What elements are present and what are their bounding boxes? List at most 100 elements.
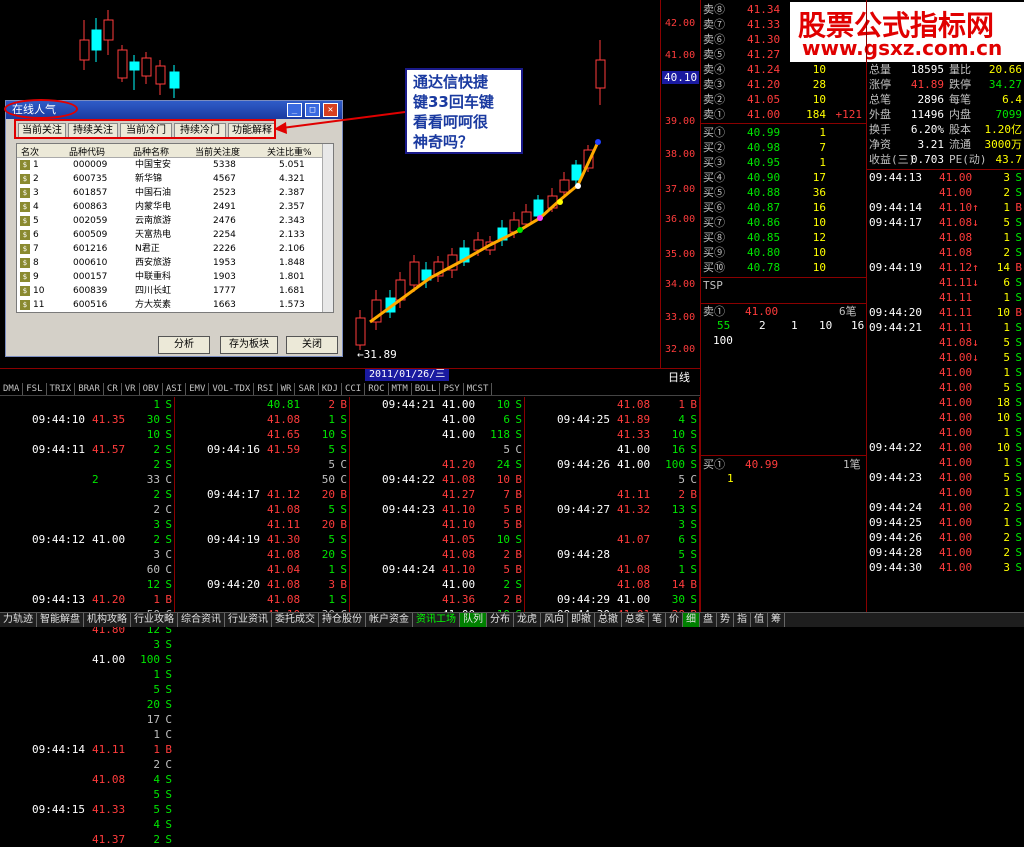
trade-side: B <box>515 503 522 516</box>
bottom-tab[interactable]: 筹 <box>768 613 785 627</box>
table-row[interactable]: $5 002059 云南旅游 2476 2.343 <box>17 214 333 228</box>
trade-volume: 5 <box>503 443 510 456</box>
quote-price: 40.99 <box>747 126 781 139</box>
candle-body <box>117 49 128 79</box>
table-row[interactable]: $9 000157 中联重科 1903 1.801 <box>17 270 333 284</box>
bottom-tab[interactable]: 指 <box>734 613 751 627</box>
bottom-tab[interactable]: 资讯工场 <box>413 613 460 627</box>
table-row[interactable]: $4 600863 内蒙华电 2491 2.357 <box>17 200 333 214</box>
bottom-tab[interactable]: 笔 <box>649 613 666 627</box>
tick-price: 41.12↑ <box>939 261 979 274</box>
indicator-tab[interactable]: MTM <box>389 383 412 395</box>
dialog-button[interactable]: 存为板块 <box>220 336 278 354</box>
bottom-tab[interactable]: 帐户资金 <box>366 613 413 627</box>
trade-time: 09:44:20 <box>207 578 260 591</box>
score-cell: 4567 <box>213 174 236 184</box>
ask-label: 卖③ <box>703 78 725 91</box>
bottom-tab[interactable]: 盘 <box>700 613 717 627</box>
trade-row: 20 S <box>0 697 174 712</box>
price-axis-label: 39.00 <box>665 116 696 127</box>
bottom-tab[interactable]: 势 <box>717 613 734 627</box>
tick-volume: 1 <box>1003 321 1010 334</box>
bottom-tab[interactable]: 细 <box>683 613 700 627</box>
tsp-queue-item: 10 <box>819 319 833 332</box>
indicator-tab[interactable]: FSL <box>23 383 47 395</box>
bottom-tab[interactable]: 价 <box>666 613 683 627</box>
indicator-tab[interactable]: RSI <box>254 383 278 395</box>
indicator-tab[interactable]: VR <box>122 383 140 395</box>
bottom-tab[interactable]: 龙虎 <box>514 613 541 627</box>
indicator-tab[interactable]: ROC <box>365 383 389 395</box>
trade-row: 50 C <box>175 472 349 487</box>
trade-row: 09:44:14 41.11 1 B <box>0 742 174 757</box>
bid-label: 买③ <box>703 156 725 169</box>
bottom-tab[interactable]: 分布 <box>487 613 514 627</box>
bottom-tab[interactable]: 综合资讯 <box>178 613 225 627</box>
trade-row: 41.08 14 B <box>525 577 699 592</box>
stat-label: 每笔 <box>949 93 971 106</box>
stat-value: 41.89 <box>910 78 944 91</box>
tick-price: 41.00 <box>939 396 973 409</box>
tsp-queue-item: 1 <box>791 319 798 332</box>
table-row[interactable]: $2 600735 新华锦 4567 4.321 <box>17 172 333 186</box>
bottom-tab[interactable]: 即撤 <box>568 613 595 627</box>
trade-row: 09:44:10 41.35 30 S <box>0 412 174 427</box>
table-row[interactable]: $11 600516 方大炭素 1663 1.573 <box>17 298 333 312</box>
price-axis-label: 36.00 <box>665 214 696 225</box>
indicator-tab[interactable]: PSY <box>440 383 464 395</box>
table-row[interactable]: $8 000610 西安旅游 1953 1.848 <box>17 256 333 270</box>
trade-row: 1S <box>0 397 174 412</box>
trade-price: 41.20 <box>442 458 476 471</box>
trade-price: 41.59 <box>267 443 301 456</box>
ask-row: 卖③ 41.20 28 <box>701 77 866 92</box>
ask-row: 卖⑦ 41.33 <box>701 17 866 32</box>
trade-price: 41.05 <box>442 533 476 546</box>
table-row[interactable]: $1 000009 中国宝安 5338 5.051 <box>17 158 333 172</box>
bottom-tab[interactable]: 机构攻略 <box>84 613 131 627</box>
bottom-tab[interactable]: 委托成交 <box>272 613 319 627</box>
table-row[interactable]: $6 600509 天富热电 2254 2.133 <box>17 228 333 242</box>
indicator-tab[interactable]: TRIX <box>47 383 76 395</box>
bottom-tab[interactable]: 智能解盘 <box>37 613 84 627</box>
indicator-tab[interactable]: BRAR <box>75 383 104 395</box>
bottom-tab[interactable]: 持仓股份 <box>319 613 366 627</box>
quote-price: 40.88 <box>747 186 781 199</box>
indicator-tab[interactable]: SAR <box>295 383 319 395</box>
trade-volume: 14 <box>671 578 685 591</box>
indicator-tab[interactable]: EMV <box>186 383 210 395</box>
tick-side: S <box>1015 396 1022 409</box>
indicator-tab[interactable]: CR <box>104 383 122 395</box>
row-icon: $ <box>20 286 30 296</box>
table-row[interactable]: $7 601216 N君正 2226 2.106 <box>17 242 333 256</box>
indicator-tab[interactable]: ASI <box>163 383 187 395</box>
bottom-tab[interactable]: 行业攻略 <box>131 613 178 627</box>
dialog-button[interactable]: 关闭 <box>286 336 338 354</box>
trade-row: 09:44:28 5 S <box>525 547 699 562</box>
dialog-button[interactable]: 分析 <box>158 336 210 354</box>
bottom-tab[interactable]: 风向 <box>541 613 568 627</box>
table-row[interactable]: $3 601857 中国石油 2523 2.387 <box>17 186 333 200</box>
indicator-tab[interactable]: OBV <box>140 383 163 395</box>
indicator-tab[interactable]: BOLL <box>412 383 441 395</box>
indicator-tab[interactable]: WR <box>278 383 296 395</box>
bottom-tab[interactable]: 力轨迹 <box>0 613 37 627</box>
indicator-tab[interactable]: MCST <box>464 383 493 395</box>
bottom-tab[interactable]: 值 <box>751 613 768 627</box>
bottom-tab[interactable]: 总委 <box>622 613 649 627</box>
indicator-tab[interactable]: CCI <box>342 383 366 395</box>
tick-volume: 10 <box>996 306 1010 319</box>
table-row[interactable]: $10 600839 四川长虹 1777 1.681 <box>17 284 333 298</box>
bottom-tab[interactable]: 队列 <box>460 613 487 627</box>
indicator-tab[interactable]: KDJ <box>319 383 342 395</box>
stat-label: 换手 <box>869 123 891 136</box>
indicator-tab[interactable]: VOL-TDX <box>209 383 255 395</box>
indicator-tab[interactable]: DMA <box>0 383 24 395</box>
bottom-tab[interactable]: 总撤 <box>595 613 622 627</box>
score-cell: 2523 <box>213 188 236 198</box>
table-scrollbar[interactable] <box>322 144 333 312</box>
tick-row: 41.11↓ 6 S <box>867 275 1024 290</box>
trade-price: 41.04 <box>267 563 301 576</box>
trade-price: 41.08 <box>92 773 126 786</box>
bottom-tab[interactable]: 行业资讯 <box>225 613 272 627</box>
trade-volume: 2 <box>153 758 160 771</box>
